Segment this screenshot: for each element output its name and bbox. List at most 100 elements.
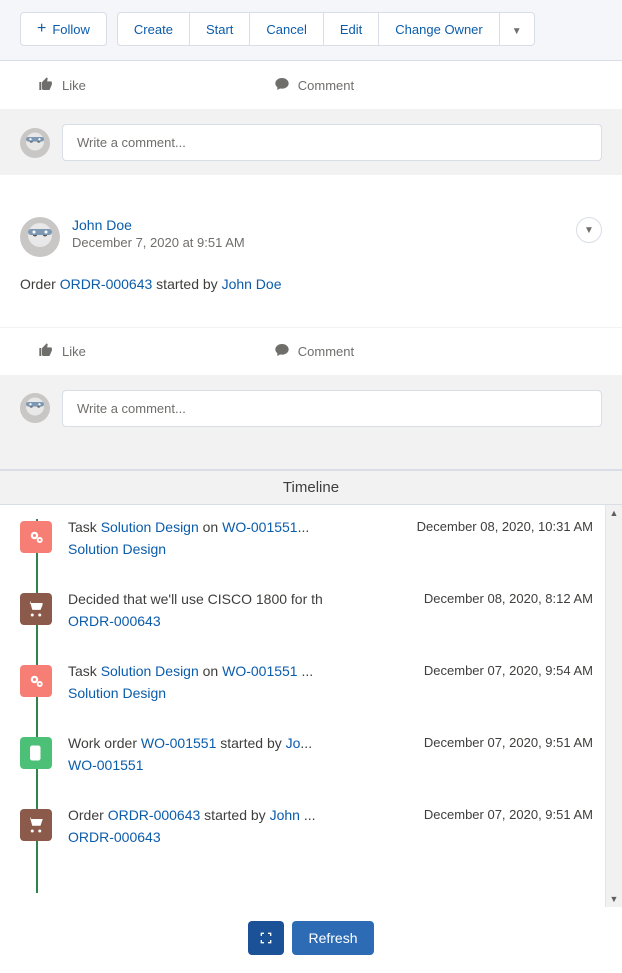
expand-icon: [258, 930, 274, 946]
timeline-secondary-link[interactable]: WO-001551: [68, 757, 143, 773]
timeline-body: Task Solution Design on WO-001551... Dec…: [0, 505, 605, 907]
avatar: [20, 128, 50, 158]
timeline-timestamp: December 08, 2020, 8:12 AM: [424, 591, 593, 606]
create-button[interactable]: Create: [117, 12, 190, 46]
post-author-link[interactable]: John Doe: [72, 217, 564, 233]
cancel-button[interactable]: Cancel: [250, 12, 323, 46]
timeline-title: Order ORDR-000643 started by John ...: [68, 807, 416, 823]
timeline-text: on: [199, 663, 222, 679]
timeline-secondary-link[interactable]: Solution Design: [68, 541, 166, 557]
timeline-link[interactable]: Jo: [286, 735, 301, 751]
comment-input[interactable]: Write a comment...: [62, 124, 602, 161]
timeline-section: Timeline Task Solution Design on WO-0015…: [0, 469, 622, 973]
like-comment-bar: Like Comment: [0, 61, 622, 110]
comment-action[interactable]: Comment: [274, 76, 354, 95]
timeline-timestamp: December 08, 2020, 10:31 AM: [417, 519, 593, 534]
timeline-item: Decided that we'll use CISCO 1800 for th…: [20, 591, 593, 629]
timeline-secondary-link[interactable]: ORDR-000643: [68, 829, 161, 845]
scroll-up-arrow[interactable]: ▲: [606, 505, 622, 522]
like-action[interactable]: Like: [38, 76, 86, 95]
timeline-title: Task Solution Design on WO-001551...: [68, 519, 409, 535]
feed-post: John Doe December 7, 2020 at 9:51 AM ▼ O…: [0, 199, 622, 309]
timeline-text: Task: [68, 663, 101, 679]
timeline-secondary-link[interactable]: ORDR-000643: [68, 613, 161, 629]
comment-input[interactable]: Write a comment...: [62, 390, 602, 427]
cart-icon: [20, 593, 52, 625]
work-order-icon: [20, 737, 52, 769]
comment-bubble-icon: [274, 342, 290, 361]
post-user-link[interactable]: John Doe: [222, 276, 282, 292]
timeline-text: ...: [300, 735, 312, 751]
timeline-text: started by: [200, 807, 269, 823]
timeline-text: Work order: [68, 735, 141, 751]
comment-label: Comment: [298, 78, 354, 93]
timeline-text: on: [199, 519, 222, 535]
scrollbar[interactable]: ▲ ▼: [605, 505, 622, 907]
start-button[interactable]: Start: [190, 12, 250, 46]
timeline-text: Task: [68, 519, 101, 535]
comment-label: Comment: [298, 344, 354, 359]
comment-composer: Write a comment...: [0, 110, 622, 175]
post-record-link[interactable]: ORDR-000643: [60, 276, 153, 292]
thumb-up-icon: [38, 342, 54, 361]
timeline-text: ...: [298, 663, 314, 679]
timeline-item: Task Solution Design on WO-001551... Dec…: [20, 519, 593, 557]
plus-icon: +: [37, 21, 46, 37]
gears-icon: [20, 665, 52, 697]
timeline-bottom-bar: Refresh: [0, 907, 622, 973]
timeline-header: Timeline: [0, 470, 622, 505]
chevron-down-icon: ▼: [512, 26, 522, 37]
timeline-link[interactable]: WO-001551: [222, 519, 297, 535]
timeline-text: ...: [304, 807, 316, 823]
like-label: Like: [62, 78, 86, 93]
timeline-timestamp: December 07, 2020, 9:51 AM: [424, 807, 593, 822]
gears-icon: [20, 521, 52, 553]
more-actions-button[interactable]: ▼: [500, 12, 535, 46]
timeline-timestamp: December 07, 2020, 9:54 AM: [424, 663, 593, 678]
timeline-link[interactable]: ORDR-000643: [108, 807, 201, 823]
timeline-link[interactable]: John: [270, 807, 304, 823]
feed: Like Comment Write a comment...: [0, 61, 622, 469]
timeline-title: Work order WO-001551 started by Jo...: [68, 735, 416, 751]
timeline-text: ...: [298, 519, 310, 535]
like-action[interactable]: Like: [38, 342, 86, 361]
follow-label: Follow: [52, 22, 90, 37]
post-text: started by: [152, 276, 221, 292]
comment-bubble-icon: [274, 76, 290, 95]
timeline-link[interactable]: Solution Design: [101, 519, 199, 535]
like-label: Like: [62, 344, 86, 359]
like-comment-bar: Like Comment: [0, 327, 622, 376]
comment-action[interactable]: Comment: [274, 342, 354, 361]
refresh-button[interactable]: Refresh: [292, 921, 373, 955]
follow-button[interactable]: + Follow: [20, 12, 107, 46]
timeline-title: Task Solution Design on WO-001551 ...: [68, 663, 416, 679]
timeline-link[interactable]: WO-001551: [222, 663, 297, 679]
post-date: December 7, 2020 at 9:51 AM: [72, 235, 564, 250]
post-body: Order ORDR-000643 started by John Doe: [20, 275, 602, 295]
timeline-item: Task Solution Design on WO-001551 ... De…: [20, 663, 593, 701]
action-bar: + Follow Create Start Cancel Edit Change…: [0, 0, 622, 61]
change-owner-button[interactable]: Change Owner: [379, 12, 499, 46]
timeline-item: Work order WO-001551 started by Jo... De…: [20, 735, 593, 773]
timeline-item: Order ORDR-000643 started by John ... De…: [20, 807, 593, 845]
timeline-link[interactable]: Solution Design: [101, 663, 199, 679]
chevron-down-icon: ▼: [584, 225, 594, 236]
comment-composer: Write a comment...: [0, 376, 622, 441]
scroll-track[interactable]: [606, 522, 622, 890]
timeline-text: Order: [68, 807, 108, 823]
timeline-timestamp: December 07, 2020, 9:51 AM: [424, 735, 593, 750]
avatar: [20, 217, 60, 257]
timeline-secondary-link[interactable]: Solution Design: [68, 685, 166, 701]
cart-icon: [20, 809, 52, 841]
post-text: Order: [20, 276, 60, 292]
action-button-group: Create Start Cancel Edit Change Owner ▼: [117, 12, 535, 46]
timeline-link[interactable]: WO-001551: [141, 735, 216, 751]
edit-button[interactable]: Edit: [324, 12, 379, 46]
timeline-title: Decided that we'll use CISCO 1800 for th: [68, 591, 416, 607]
post-menu-button[interactable]: ▼: [576, 217, 602, 243]
timeline-text: started by: [216, 735, 285, 751]
thumb-up-icon: [38, 76, 54, 95]
avatar: [20, 393, 50, 423]
expand-button[interactable]: [248, 921, 284, 955]
scroll-down-arrow[interactable]: ▼: [606, 890, 622, 907]
